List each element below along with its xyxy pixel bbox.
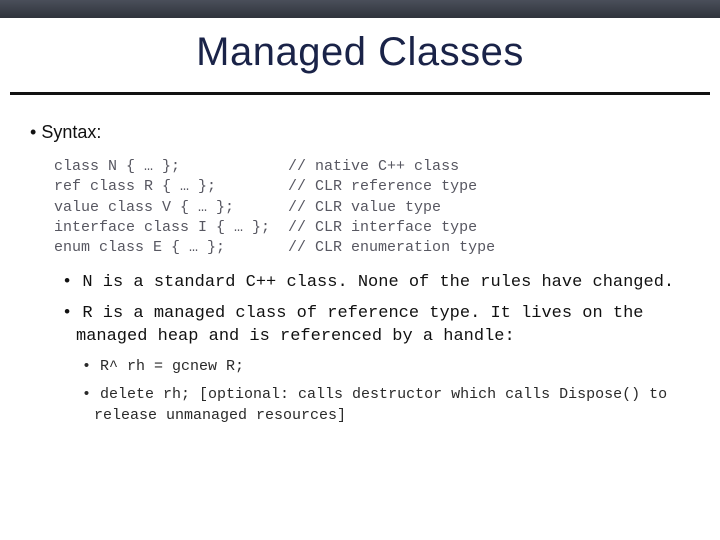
bullet-delete: delete rh; [optional: calls destructor w… bbox=[82, 385, 700, 426]
slide: Managed Classes Syntax: class N { … }; /… bbox=[0, 0, 720, 540]
slide-topbar bbox=[0, 0, 720, 18]
bullet-n-class: N is a standard C++ class. None of the r… bbox=[62, 272, 700, 295]
bullet-r-class: R is a managed class of reference type. … bbox=[62, 303, 700, 349]
title-underline bbox=[10, 92, 710, 95]
slide-title: Managed Classes bbox=[0, 30, 720, 75]
bullet-syntax-label: Syntax: bbox=[30, 122, 700, 143]
syntax-code-block: class N { … }; // native C++ class ref c… bbox=[54, 157, 700, 258]
bullet-gcnew: R^ rh = gcnew R; bbox=[82, 357, 700, 377]
slide-body: Syntax: class N { … }; // native C++ cla… bbox=[30, 110, 700, 434]
